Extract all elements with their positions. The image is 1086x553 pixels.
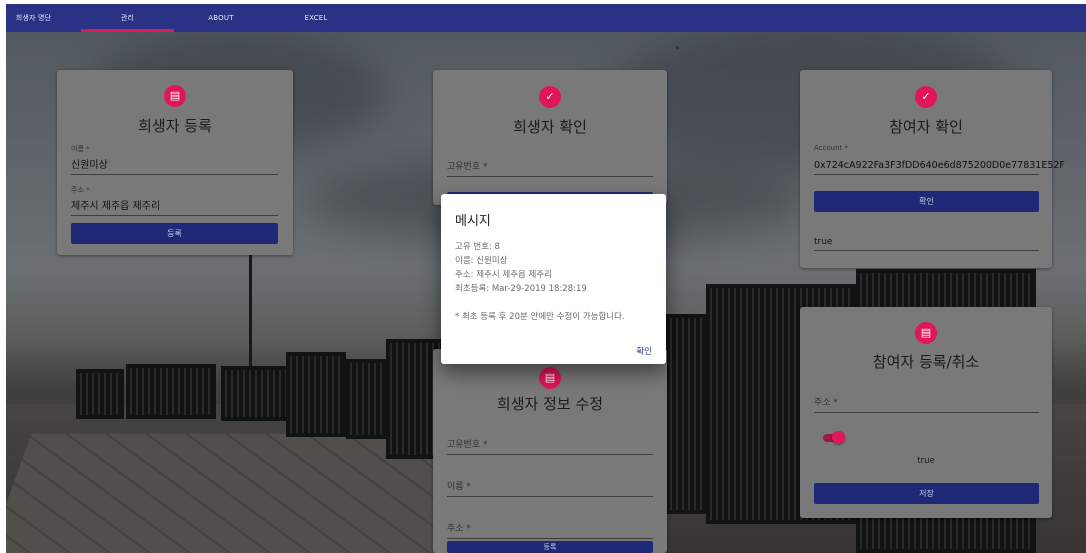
id-card-icon: ▤	[915, 322, 937, 344]
edit-address-input[interactable]: 주소 *	[447, 518, 653, 539]
dialog-note: * 최초 등록 후 20분 안에만 수정이 가능합니다.	[455, 312, 625, 322]
participant-address-input[interactable]: 주소 *	[814, 392, 1039, 413]
check-result-field: true	[814, 230, 1039, 251]
victim-check-card: ✓ 희생자 확인 고유번호 *	[433, 70, 667, 205]
participant-check-button[interactable]: 확인	[814, 191, 1039, 212]
dropdown-dot-icon	[676, 46, 679, 49]
card-title: 희생자 확인	[513, 118, 587, 136]
account-field[interactable]: Account * 0x724cA922Fa3F3fDD640e6d875200…	[814, 144, 1065, 175]
victim-id-placeholder: 고유번호 *	[447, 162, 488, 172]
edit-name-placeholder: 이름 *	[447, 482, 471, 492]
participant-check-card: ✓ 참여자 확인 Account * 0x724cA922Fa3F3fDD640…	[800, 70, 1065, 268]
victim-id-input[interactable]: 고유번호 *	[447, 156, 653, 177]
participant-register-card: ▤ 참여자 등록/취소 주소 * true 저장	[800, 307, 1052, 518]
edit-address-placeholder: 주소 *	[447, 524, 471, 534]
edit-name-input[interactable]: 이름 *	[447, 476, 653, 497]
dialog-ok-button[interactable]: 확인	[636, 345, 652, 357]
check-circle-icon: ✓	[539, 86, 561, 108]
id-card-icon: ▤	[164, 85, 186, 107]
message-dialog: 메시지 고유 번호: 8 이름: 신원미상 주소: 제주시 제주읍 제주리 최초…	[441, 194, 666, 364]
nav-tab-about[interactable]: ABOUT	[191, 4, 251, 32]
nav-tab-excel[interactable]: EXCEL	[286, 4, 346, 32]
name-label: 이름 *	[71, 145, 90, 153]
account-label: Account *	[814, 144, 848, 152]
active-tab-indicator	[81, 29, 174, 32]
dialog-line-registered: 최초등록: Mar-29-2019 18:28:19	[455, 284, 587, 294]
register-button[interactable]: 등록	[71, 223, 278, 244]
nav-tab-victim-list[interactable]: 희생자 명단	[6, 4, 61, 32]
dialog-title: 메시지	[455, 214, 491, 229]
victim-register-card: ▤ 희생자 등록 이름 * 신원미상 주소 * 제주시 제주읍 제주리 등록	[57, 70, 293, 255]
victim-edit-card: ▤ 희생자 정보 수정 고유번호 * 이름 * 주소 * 등록	[433, 349, 667, 553]
top-nav-bar: 희생자 명단 관리 ABOUT EXCEL	[6, 4, 1086, 32]
card-title: 희생자 등록	[138, 117, 212, 135]
dialog-line-address: 주소: 제주시 제주읍 제주리	[455, 270, 552, 280]
edit-id-input[interactable]: 고유번호 *	[447, 434, 653, 455]
address-value: 제주시 제주읍 제주리	[71, 201, 161, 212]
name-value: 신원미상	[71, 160, 108, 171]
edit-register-button[interactable]: 등록	[447, 541, 653, 553]
dialog-line-id: 고유 번호: 8	[455, 242, 500, 252]
app-window: 희생자 명단 관리 ABOUT EXCEL ▤ 희생자 등록 이름 * 신원미상…	[6, 4, 1086, 553]
address-field[interactable]: 주소 * 제주시 제주읍 제주리	[71, 185, 278, 216]
dialog-line-name: 이름: 신원미상	[455, 256, 508, 266]
check-result-value: true	[814, 237, 833, 247]
toggle-state-text: true	[917, 456, 935, 466]
name-field[interactable]: 이름 * 신원미상	[71, 144, 278, 175]
edit-id-placeholder: 고유번호 *	[447, 440, 488, 450]
save-button[interactable]: 저장	[814, 483, 1039, 504]
check-circle-icon: ✓	[915, 86, 937, 108]
participant-address-placeholder: 주소 *	[814, 398, 838, 408]
card-title: 참여자 확인	[889, 118, 963, 136]
account-value: 0x724cA922Fa3F3fDD640e6d875200D0e77831E5…	[814, 160, 1065, 171]
card-title: 희생자 정보 수정	[496, 395, 604, 413]
toggle-thumb[interactable]	[832, 431, 845, 444]
nav-tab-manage[interactable]: 관리	[81, 4, 174, 32]
address-label: 주소 *	[71, 186, 90, 194]
id-card-icon: ▤	[539, 367, 561, 389]
card-title: 참여자 등록/취소	[872, 353, 980, 371]
